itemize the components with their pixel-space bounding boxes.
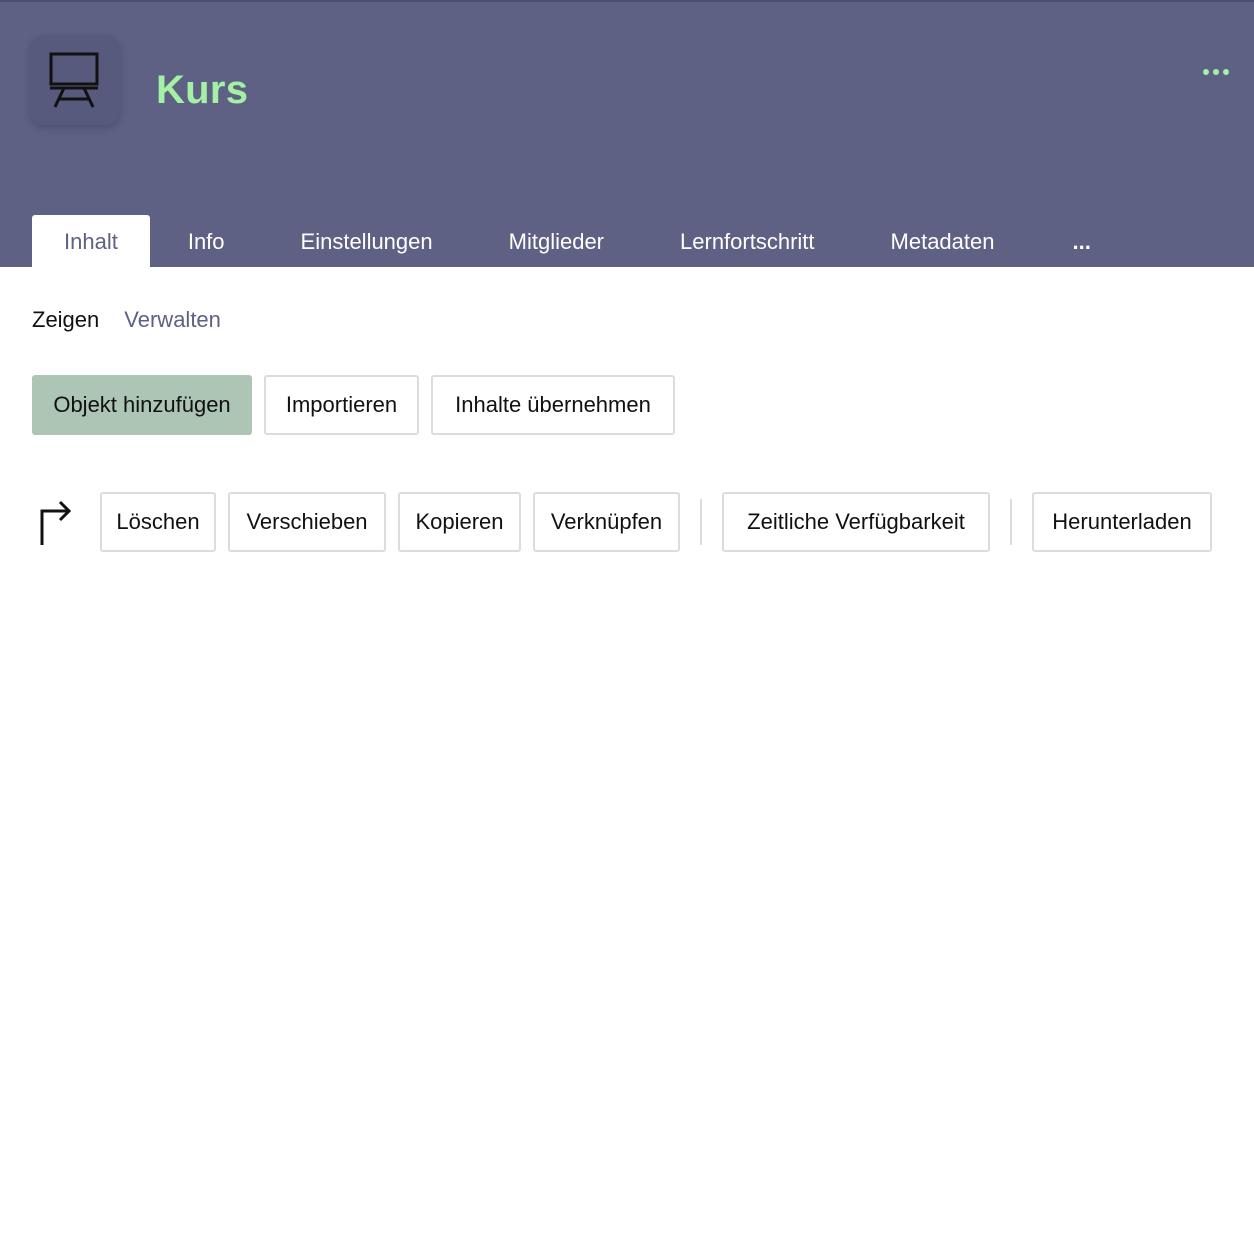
tab-lernfortschritt[interactable]: Lernfortschritt: [642, 215, 853, 269]
more-horizontal-icon[interactable]: [1198, 60, 1234, 84]
download-button[interactable]: Herunterladen: [1032, 492, 1212, 552]
delete-button[interactable]: Löschen: [100, 492, 216, 552]
toolbar-divider: [700, 499, 702, 545]
edit-actions-group: Löschen Verschieben Kopieren Verknüpfen: [100, 492, 680, 552]
tab-metadaten[interactable]: Metadaten: [853, 215, 1033, 269]
link-button[interactable]: Verknüpfen: [533, 492, 680, 552]
main-toolbar: Objekt hinzufügen Importieren Inhalte üb…: [32, 375, 675, 435]
subtab-zeigen[interactable]: Zeigen: [32, 303, 99, 337]
corner-arrow-icon: [32, 492, 100, 552]
multi-action-toolbar: Löschen Verschieben Kopieren Verknüpfen …: [32, 492, 1212, 552]
tab-inhalt[interactable]: Inhalt: [32, 215, 150, 269]
tab-bar: Inhalt Info Einstellungen Mitglieder Ler…: [32, 215, 1119, 269]
sub-tabs: Zeigen Verwalten: [32, 303, 221, 337]
tab-info[interactable]: Info: [150, 215, 263, 269]
import-button[interactable]: Importieren: [264, 375, 419, 435]
tab-more[interactable]: ...: [1032, 215, 1118, 269]
move-button[interactable]: Verschieben: [228, 492, 386, 552]
subtab-verwalten[interactable]: Verwalten: [124, 303, 221, 337]
page-title: Kurs: [156, 68, 249, 112]
copy-button[interactable]: Kopieren: [398, 492, 521, 552]
take-over-content-button[interactable]: Inhalte übernehmen: [431, 375, 675, 435]
availability-button[interactable]: Zeitliche Verfügbarkeit: [722, 492, 990, 552]
toolbar-divider: [1010, 499, 1012, 545]
tab-einstellungen[interactable]: Einstellungen: [263, 215, 471, 269]
tab-mitglieder[interactable]: Mitglieder: [471, 215, 642, 269]
add-object-button[interactable]: Objekt hinzufügen: [32, 375, 252, 435]
course-board-icon: [30, 35, 120, 125]
page-header: Kurs Inhalt Info Einstellungen Mitgliede…: [0, 0, 1254, 269]
